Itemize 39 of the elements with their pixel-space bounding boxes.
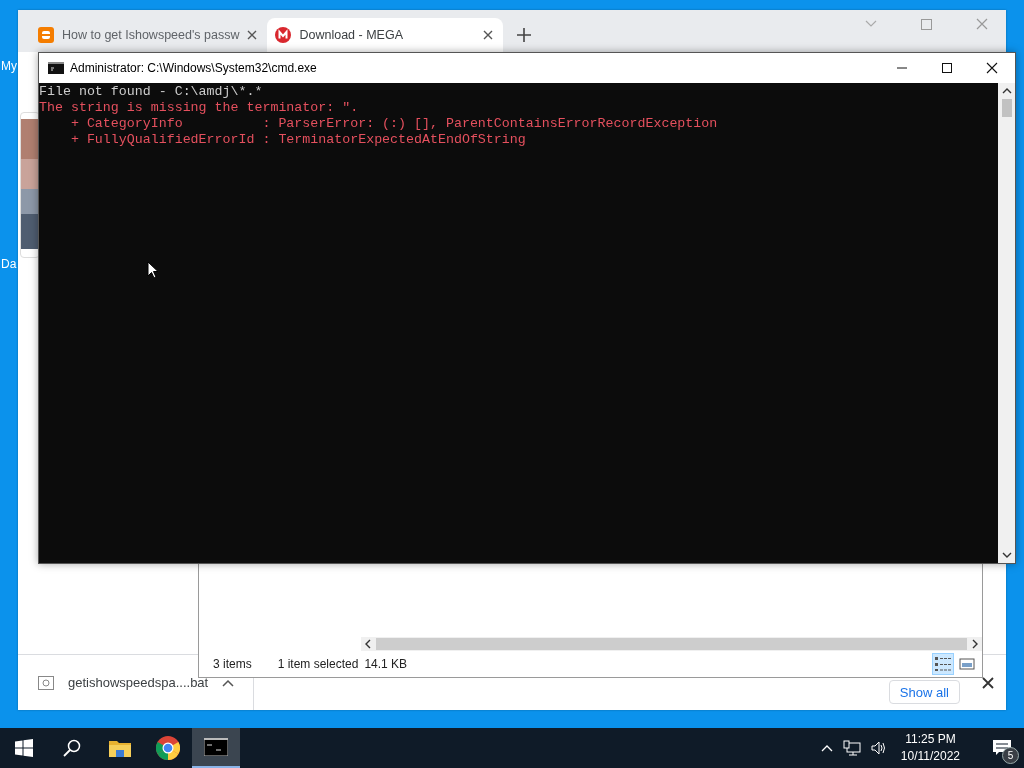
- show-all-button[interactable]: Show all: [888, 680, 960, 704]
- selection-info: 1 item selected: [277, 657, 359, 671]
- start-icon: [15, 739, 33, 757]
- details-view-icon[interactable]: [932, 653, 954, 675]
- item-count: 3 items: [213, 657, 252, 671]
- horizontal-scrollbar[interactable]: [361, 637, 982, 651]
- volume-icon[interactable]: [870, 741, 887, 755]
- selection-size: 14.1 KB: [364, 657, 408, 671]
- maximize-icon[interactable]: [941, 62, 953, 74]
- notification-count: 5: [1002, 747, 1019, 764]
- close-icon[interactable]: [247, 30, 258, 40]
- clock[interactable]: 11:25 PM 10/11/2022: [896, 731, 964, 765]
- browser-tab[interactable]: Download - MEGA: [267, 18, 504, 52]
- browser-tab[interactable]: How to get Ishowspeed's passw: [30, 18, 268, 52]
- close-icon[interactable]: [982, 676, 994, 689]
- output-line: File not found - C:\amdj\*.*: [39, 84, 264, 100]
- console-icon: [48, 62, 64, 74]
- error-line: The string is missing the terminator: ".: [39, 100, 360, 116]
- network-icon[interactable]: [842, 740, 861, 756]
- folder-icon: [109, 739, 131, 757]
- browser-icon: [156, 736, 180, 760]
- close-icon[interactable]: [986, 62, 998, 74]
- console-icon: [204, 738, 228, 756]
- cursor-icon: [147, 261, 159, 279]
- scroll-thumb[interactable]: [1001, 99, 1012, 117]
- caret-icon[interactable]: [222, 678, 235, 687]
- new-tab-icon[interactable]: [517, 28, 532, 42]
- file-icon: [38, 675, 54, 690]
- error-line: + FullyQualifiedErrorId : TerminatorExpectedAtEndOfString: [69, 132, 527, 148]
- error-line: + CategoryInfo : ParserError: (:) [], ParentContainsErrorRecordException: [69, 116, 719, 132]
- vertical-scrollbar[interactable]: [998, 83, 1015, 563]
- taskbar-button[interactable]: [192, 728, 240, 768]
- notification-button[interactable]: 5: [980, 728, 1024, 768]
- chevron-up-icon[interactable]: [820, 744, 833, 752]
- search-icon: [63, 739, 81, 757]
- window-title: Administrator: C:\Windows\System32\cmd.exe: [70, 61, 317, 75]
- site-icon: [38, 27, 54, 43]
- close-icon[interactable]: [483, 30, 494, 40]
- site-icon: [275, 27, 292, 43]
